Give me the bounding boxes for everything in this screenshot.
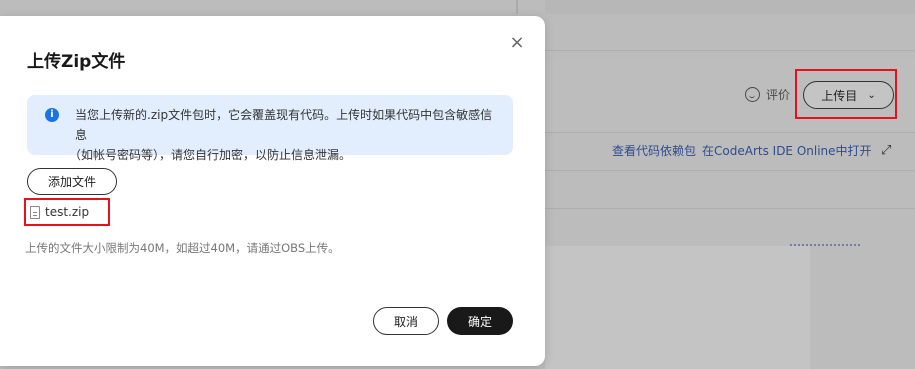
size-limit-hint: 上传的文件大小限制为40M，如超过40M，请通过OBS上传。 bbox=[25, 241, 340, 255]
info-text-line1: 当您上传新的.zip文件包时，它会覆盖现有代码。上传时如果代码中包含敏感信息 bbox=[75, 108, 493, 142]
bg-code-area bbox=[545, 246, 810, 369]
upload-zip-dialog: 上传Zip文件 × i 当您上传新的.zip文件包时，它会覆盖现有代码。上传时如… bbox=[0, 16, 545, 366]
close-icon[interactable]: × bbox=[508, 34, 526, 52]
open-in-ide-link[interactable]: 在CodeArts IDE Online中打开 bbox=[702, 142, 872, 159]
smile-icon bbox=[745, 87, 760, 102]
bg-row-divider bbox=[545, 208, 915, 209]
expand-icon[interactable]: ⤢ bbox=[881, 143, 891, 158]
info-banner: i 当您上传新的.zip文件包时，它会覆盖现有代码。上传时如果代码中包含敏感信息… bbox=[27, 95, 513, 162]
highlight-box-file bbox=[24, 198, 110, 226]
bg-row-divider bbox=[545, 50, 915, 51]
view-dependencies-link[interactable]: 查看代码依赖包 bbox=[612, 142, 696, 159]
bg-side-area bbox=[810, 246, 915, 369]
rating-control[interactable]: 评价 bbox=[745, 86, 790, 103]
bg-divider bbox=[516, 0, 518, 14]
cancel-button[interactable]: 取消 bbox=[373, 307, 439, 335]
info-icon: i bbox=[45, 108, 59, 122]
bg-row-divider bbox=[545, 170, 915, 171]
info-text-line2: （如帐号密码等），请您自行加密，以防止信息泄漏。 bbox=[69, 148, 352, 162]
bg-row-divider bbox=[545, 132, 915, 133]
add-file-button[interactable]: 添加文件 bbox=[27, 168, 117, 195]
rating-label: 评价 bbox=[766, 88, 791, 102]
bg-link-group: 查看代码依赖包 在CodeArts IDE Online中打开 bbox=[612, 142, 872, 159]
highlight-box-upload bbox=[795, 69, 897, 119]
bg-top-band bbox=[545, 0, 915, 14]
confirm-button[interactable]: 确定 bbox=[447, 307, 513, 335]
dialog-title: 上传Zip文件 bbox=[27, 52, 126, 72]
bg-dotted-line bbox=[790, 244, 860, 246]
